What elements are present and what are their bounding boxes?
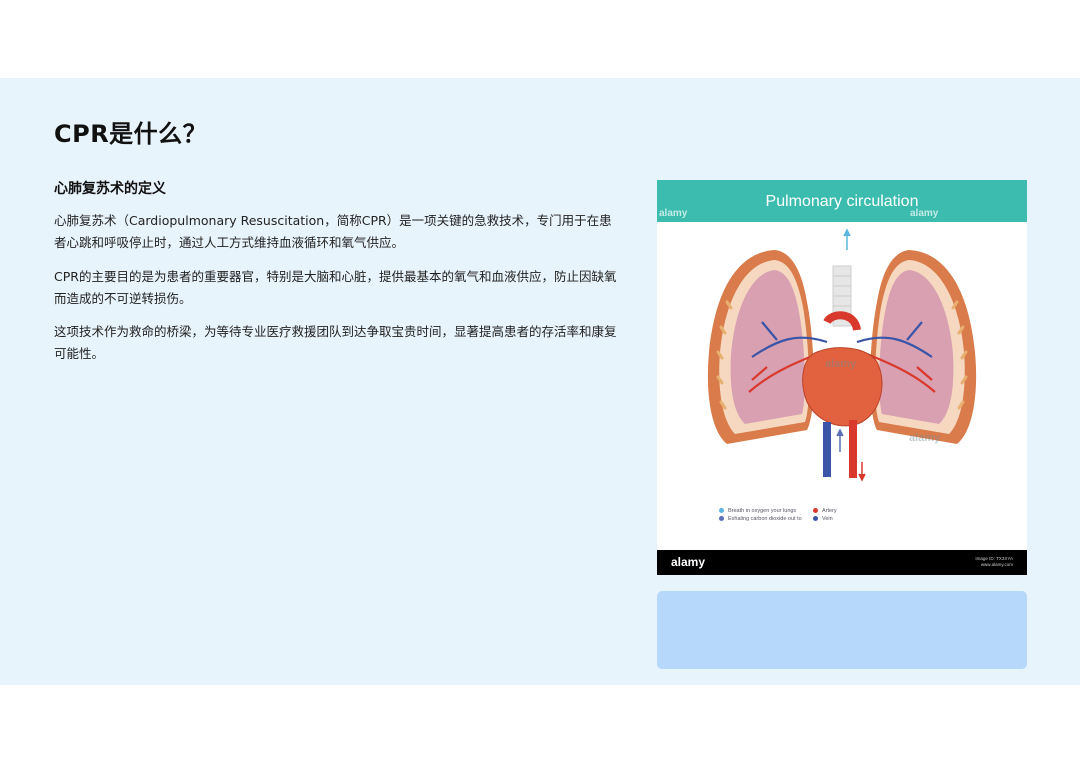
slide-title: CPR是什么？ bbox=[54, 120, 208, 148]
figure-footer: alamy Image ID: TX3XYA www.alamy.com bbox=[657, 550, 1027, 575]
paragraph-definition: 心肺复苏术（Cardiopulmonary Resuscitation，简称CP… bbox=[54, 213, 612, 250]
watermark: alamy bbox=[910, 208, 939, 219]
image-caption-box bbox=[657, 591, 1027, 669]
paragraph-purpose: CPR的主要目的是为患者的重要器官，特别是大脑和心脏，提供最基本的氧气和血液供应… bbox=[54, 269, 617, 306]
image-id: Image ID: TX3XYA www.alamy.com bbox=[975, 556, 1013, 567]
watermark: alamy bbox=[825, 358, 857, 370]
legend-item: Vein bbox=[813, 515, 837, 523]
legend-item: Breath in oxygen your lungs bbox=[719, 507, 802, 515]
figure-legend-right: Artery Vein bbox=[813, 507, 837, 523]
alamy-logo: alamy bbox=[671, 555, 706, 569]
pulmonary-circulation-image: Pulmonary circulation alamy alamy alamy … bbox=[657, 180, 1027, 575]
paragraph-importance: 这项技术作为救命的桥梁，为等待专业医疗救援团队到达争取宝贵时间，显著提高患者的存… bbox=[54, 324, 617, 361]
figure-title: Pulmonary circulation bbox=[765, 193, 919, 210]
watermark: alamy bbox=[909, 432, 941, 444]
section-subtitle: 心肺复苏术的定义 bbox=[54, 181, 166, 197]
watermark: alamy bbox=[659, 208, 688, 219]
slide: CPR是什么？ 心肺复苏术的定义 心肺复苏术（Cardiopulmonary R… bbox=[0, 78, 1080, 685]
legend-item: Exhaling carbon dioxide out to bbox=[719, 515, 802, 523]
figure-header: Pulmonary circulation alamy alamy bbox=[657, 180, 1027, 222]
legend-item: Artery bbox=[813, 507, 837, 515]
figure-legend-left: Breath in oxygen your lungs Exhaling car… bbox=[719, 507, 802, 523]
